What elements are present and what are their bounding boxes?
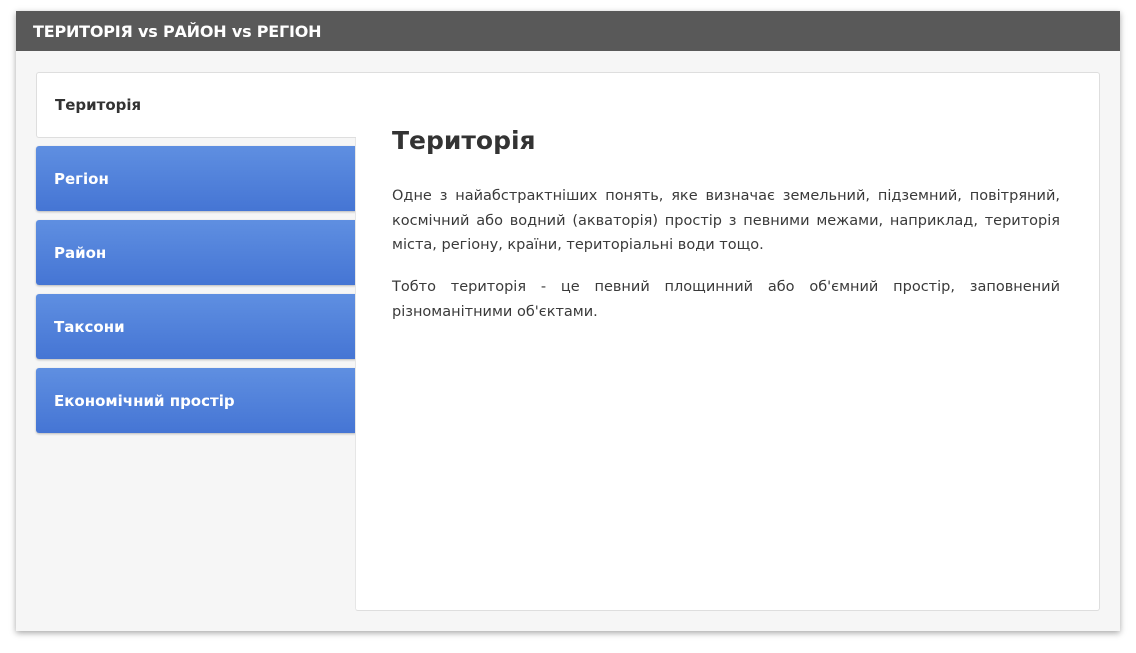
accordion-card: ТЕРИТОРІЯ vs РАЙОН vs РЕГІОН Територія Р… [16,11,1120,631]
tab-label: Таксони [54,317,125,336]
tab-region[interactable]: Регіон [36,146,356,211]
tab-district[interactable]: Район [36,220,356,285]
card-header: ТЕРИТОРІЯ vs РАЙОН vs РЕГІОН [16,11,1120,51]
tab-label: Економічний простір [54,391,235,410]
tab-economic-space[interactable]: Економічний простір [36,368,356,433]
tab-label: Район [54,243,107,262]
tab-label: Територія [55,96,142,114]
tab-taxa[interactable]: Таксони [36,294,356,359]
content-paragraph-2: Тобто територія - це певний площинний аб… [392,279,1060,320]
content-paragraph-1: Одне з найабстрактніших понять, яке визн… [392,188,1060,253]
tab-label: Регіон [54,169,109,188]
tab-territory[interactable]: Територія [36,72,356,138]
content-panel: Територія Одне з найабстрактніших понять… [355,72,1100,611]
content-title: Територія [392,126,536,155]
card-title: ТЕРИТОРІЯ vs РАЙОН vs РЕГІОН [33,22,322,41]
